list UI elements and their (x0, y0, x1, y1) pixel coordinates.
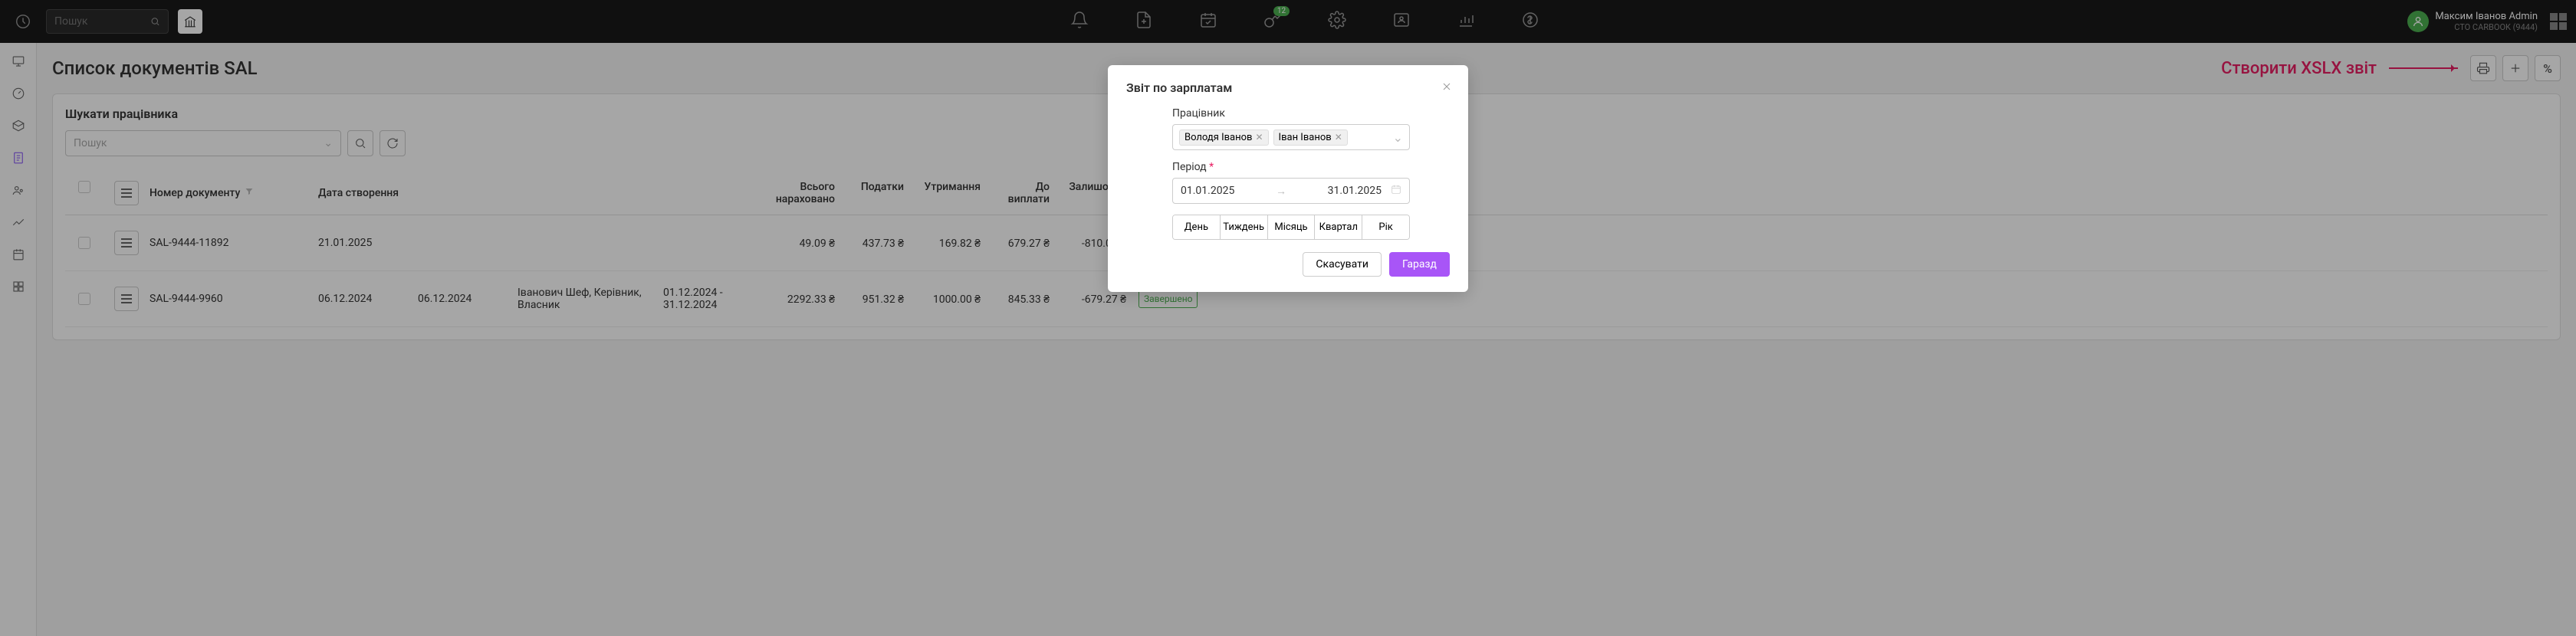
salary-report-modal: Звіт по зарплатам Працівник Володя Івано… (1108, 65, 1468, 292)
calendar-icon (1391, 184, 1401, 198)
period-option[interactable]: Тиждень (1221, 215, 1268, 239)
employee-tag: Іван Іванов✕ (1273, 129, 1348, 146)
period-option[interactable]: Рік (1362, 215, 1409, 239)
date-to: 31.01.2025 (1328, 185, 1382, 197)
employee-tag: Володя Іванов✕ (1179, 129, 1269, 146)
period-option[interactable]: Квартал (1315, 215, 1362, 239)
chevron-down-icon: ⌄ (1393, 130, 1403, 145)
date-range-input[interactable]: 01.01.2025 → 31.01.2025 (1172, 178, 1410, 204)
employee-label: Працівник (1172, 107, 1450, 120)
date-from: 01.01.2025 (1181, 185, 1234, 197)
tag-remove[interactable]: ✕ (1255, 132, 1263, 143)
employee-select[interactable]: Володя Іванов✕ Іван Іванов✕ ⌄ (1172, 124, 1410, 150)
close-icon[interactable] (1441, 80, 1453, 96)
arrow-right-icon: → (1244, 185, 1318, 198)
tag-remove[interactable]: ✕ (1335, 132, 1342, 143)
modal-title: Звіт по зарплатам (1126, 80, 1450, 95)
period-option[interactable]: Місяць (1268, 215, 1316, 239)
period-label: Період * (1172, 161, 1450, 173)
ok-button[interactable]: Гаразд (1389, 252, 1450, 277)
period-option[interactable]: День (1173, 215, 1221, 239)
cancel-button[interactable]: Скасувати (1303, 252, 1382, 277)
